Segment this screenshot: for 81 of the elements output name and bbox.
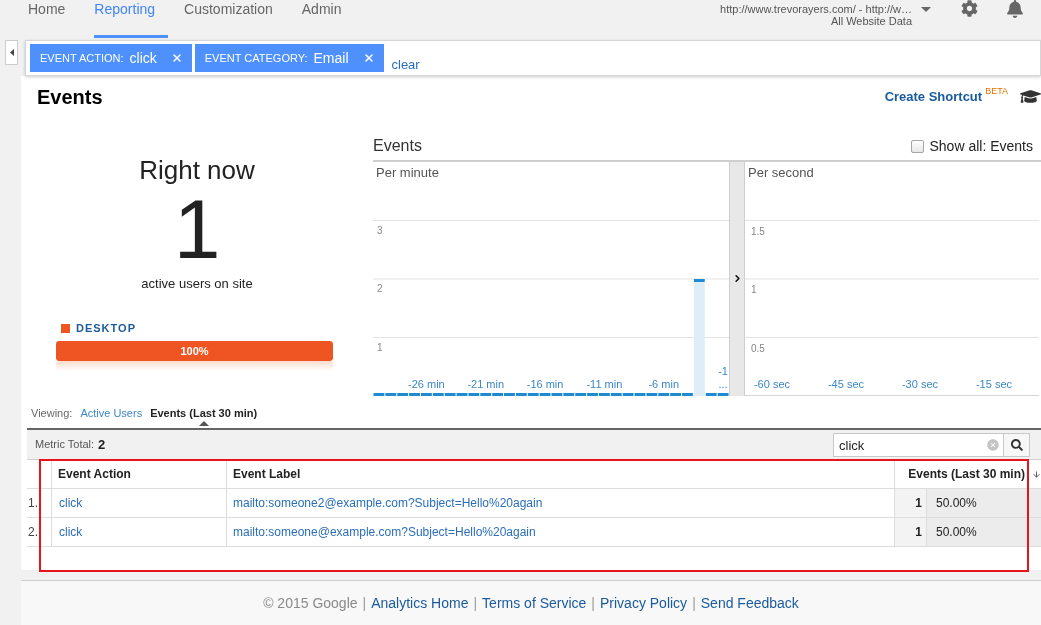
progress-reading: 100% [179,345,210,357]
filter-label: EVENT ACTION: [40,52,124,64]
clear-link[interactable]: clear [391,57,420,72]
metric-total-label: Metric Total: [35,439,95,450]
footer-link[interactable]: Send Feedback [700,596,799,610]
sort-arrow-icon[interactable] [1032,469,1041,479]
nav-tab[interactable]: Admin [301,0,355,38]
axis-label: -15 sec [974,378,1014,391]
table-cell: 1 [895,489,927,518]
nav-tab[interactable]: Customization [184,0,286,38]
view-tab[interactable]: Active Users [80,407,143,420]
right-now-heading: Right now [139,157,255,183]
row-number: 2. [28,524,38,541]
footer-link[interactable]: Terms of Service [482,596,587,610]
panel-title: Events [373,138,422,154]
collapse-button[interactable] [5,40,18,65]
axis-label: -26 min [407,378,446,391]
viewing-label: Viewing: [31,407,73,420]
remove-filter-button[interactable] [362,52,375,64]
footer-link[interactable]: Privacy Policy [600,596,688,610]
footer-link[interactable]: Analytics Home [371,596,469,610]
property-text: http://www.trevorayers.com/ - http://w… [720,3,912,15]
axis-label: 1 [377,342,383,353]
copyright-text: © 2015 Google [263,596,358,610]
link-separator: | [692,596,696,610]
device-label: DESKTOP [76,323,136,334]
axis-label: 1.5 [751,226,765,237]
axis-label: -16 min [525,378,565,391]
axis-label: 1 [751,285,757,295]
axis-label: 3 [377,225,383,236]
search-icon [1010,438,1023,451]
event-action-link[interactable]: click [59,523,83,541]
axis-label: -30 sec [900,378,940,391]
panel-toggle[interactable] [729,162,745,396]
table-cell: 50.00% [927,489,1041,518]
bell-icon[interactable] [1006,0,1024,18]
axis-label: -60 sec [752,378,792,391]
axis-label: -45 sec [826,378,866,391]
close-icon [362,52,375,64]
table-cell: 50.00% [927,518,1041,547]
filter-value: Email [313,51,349,65]
page-title: Events [37,87,103,107]
view-text: All Website Data [830,15,912,27]
settings-icon[interactable] [961,0,978,17]
view-tab[interactable]: Events (Last 30 min) [150,407,258,426]
checkbox[interactable] [910,139,924,153]
create-shortcut-link[interactable]: Create Shortcut [884,88,983,104]
close-icon [170,52,183,64]
search-field[interactable]: click [833,433,1004,457]
axis-label: -1 ... [717,365,729,391]
row-number: 1. [28,495,38,512]
metric-total-value: 2 [98,438,106,451]
link-separator: | [591,596,595,610]
nav-tab[interactable]: Home [28,0,79,38]
beta-label: BETA [985,86,1008,96]
search-button[interactable] [1004,432,1030,457]
count-caption: active users on site [141,277,253,290]
link-separator: | [473,596,478,610]
event-action-link[interactable]: click [59,494,83,512]
filter-label: EVENT CATEGORY: [204,52,308,64]
axis-label: 2 [377,284,383,294]
axis-label: -21 min [466,378,506,391]
table-cell: 1 [895,518,927,547]
remove-filter-button[interactable] [170,52,183,64]
caret-left-icon [9,49,14,56]
link-separator: | [362,596,367,610]
caret-down-icon[interactable] [921,7,931,12]
filter-value: click [129,51,157,65]
column-header[interactable]: Event Action [52,460,227,489]
pointer-icon [198,421,209,426]
chart-title: Per minute [376,165,439,180]
chart-title: Per second [748,165,814,180]
event-label-link[interactable]: mailto:someone2@example.com?Subject=Hello%20again [233,494,543,512]
event-label-link[interactable]: mailto:someone@example.com?Subject=Hello%20again [233,523,536,541]
active-user-count: 1 [173,187,221,271]
axis-label: 0.5 [751,343,765,354]
checkbox-label: Show all: Events [929,139,1033,153]
column-header[interactable]: Events (Last 30 min) [908,465,1025,483]
axis-label: -6 min [647,378,680,391]
axis-label: -11 min [585,378,624,391]
column-header[interactable]: Event Label [227,460,895,489]
